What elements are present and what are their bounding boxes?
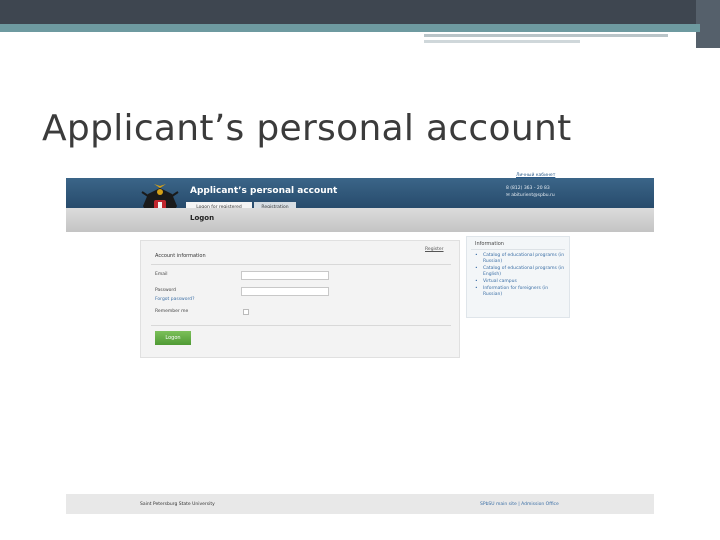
info-link-catalog-russian[interactable]: Catalog of educational programs (in Russ…	[475, 253, 567, 265]
slide-decor-line-short	[424, 40, 580, 43]
slide-decor-line	[424, 34, 668, 37]
email-label: Email	[155, 272, 168, 277]
forgot-password-link[interactable]: Forgot password?	[155, 297, 195, 302]
info-link-catalog-english[interactable]: Catalog of educational programs (in Engl…	[475, 266, 567, 278]
page-heading-bar: Logon	[66, 208, 654, 232]
contact-email: ✉ abiturient@spbu.ru	[506, 193, 555, 198]
contact-phone: 8 (812) 363 - 20 83	[506, 186, 550, 191]
information-links: Catalog of educational programs (in Russ…	[475, 253, 567, 299]
page-heading: Logon	[190, 214, 215, 222]
remember-me-label: Remember me	[155, 309, 189, 314]
slide-top-band	[0, 0, 720, 24]
account-information-title: Account information	[155, 253, 206, 259]
site-footer: Saint Petersburg State University SPbSU …	[66, 494, 654, 514]
logon-button[interactable]: Logon	[155, 331, 191, 345]
slide-accent-line	[0, 24, 700, 32]
contact-info: 8 (812) 363 - 20 83 ✉ abiturient@spbu.ru	[506, 185, 555, 199]
form-divider	[151, 264, 451, 265]
form-divider-bottom	[151, 325, 451, 326]
register-link[interactable]: Register	[425, 247, 444, 252]
footer-links[interactable]: SPbSU main site | Admission Office	[480, 502, 559, 507]
login-form: Account information Register Email Passw…	[140, 240, 460, 358]
information-divider	[471, 249, 565, 250]
password-field[interactable]	[241, 287, 329, 296]
website-screenshot: Личный кабинет Applicant’s personal acco…	[66, 170, 654, 520]
password-label: Password	[155, 288, 177, 293]
remember-me-checkbox[interactable]	[243, 309, 249, 315]
footer-university-name: Saint Petersburg State University	[140, 502, 215, 507]
info-link-foreigners[interactable]: Information for foreigners (in Russian)	[475, 286, 567, 298]
site-title: Applicant’s personal account	[190, 186, 338, 196]
info-link-virtual-campus[interactable]: Virtual campus	[475, 279, 567, 285]
slide-title: Applicant’s personal account	[42, 108, 572, 149]
email-field[interactable]	[241, 271, 329, 280]
information-title: Information	[475, 241, 504, 247]
information-panel: Information Catalog of educational progr…	[466, 236, 570, 318]
